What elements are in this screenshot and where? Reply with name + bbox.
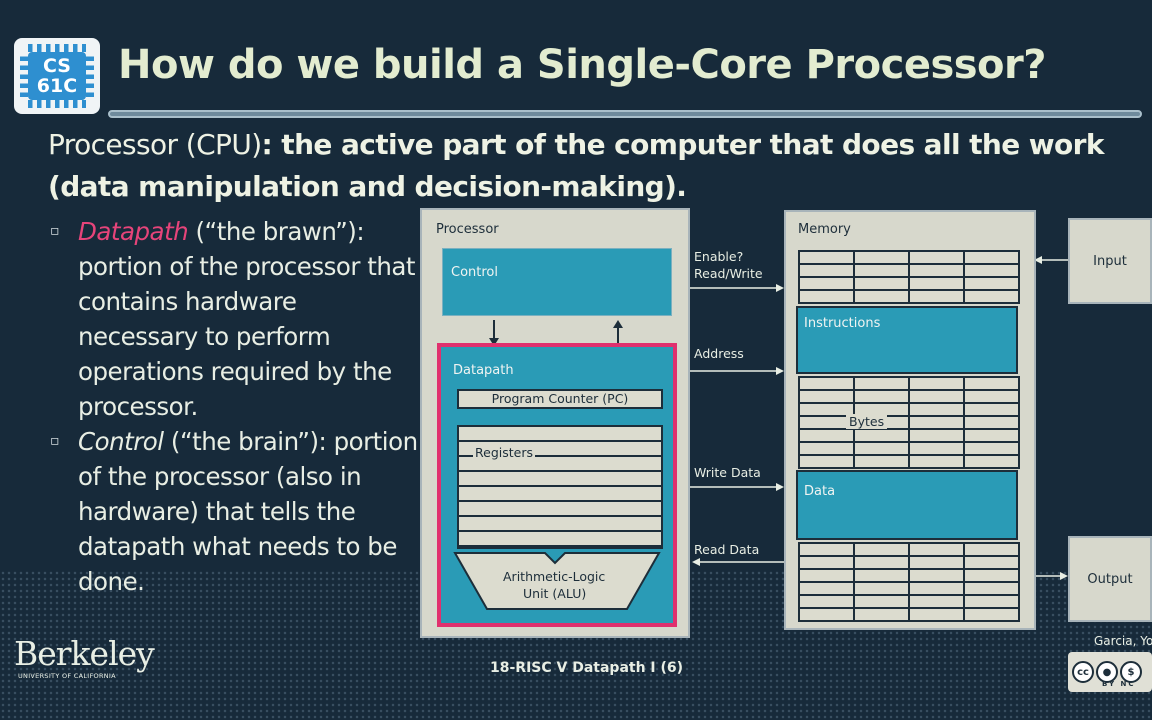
enable-line1: Enable? [694, 249, 744, 264]
term-control: Control [78, 427, 164, 456]
slide-title: How do we build a Single-Core Processor? [118, 42, 1046, 88]
write-data-label: Write Data [694, 465, 761, 480]
instructions-region: Instructions [796, 306, 1018, 374]
slide: CS 61C How do we build a Single-Core Pro… [0, 0, 1152, 720]
instructions-label: Instructions [804, 316, 881, 331]
term-datapath: Datapath [78, 217, 189, 246]
memory-cells-bottom [798, 542, 1020, 622]
berkeley-sub: UNIVERSITY OF CALIFORNIA [18, 672, 116, 680]
logo-line2: 61C [36, 75, 78, 97]
bullet-marker-icon: ▫ [50, 433, 60, 449]
data-label: Data [804, 484, 836, 499]
memory-box: Memory Instructions Bytes Data [784, 210, 1036, 630]
memory-cells-top [798, 250, 1020, 304]
author-credit: Garcia, Yo [1094, 634, 1152, 648]
intro-colon: : [261, 128, 282, 161]
logo-line1: CS [43, 55, 71, 77]
input-box: Input [1068, 218, 1152, 304]
enable-line2: Read/Write [694, 266, 763, 281]
bullet-datapath-text: (“the brawn”): portion of the processor … [78, 217, 415, 421]
berkeley-logo: Berkeley UNIVERSITY OF CALIFORNIA [14, 634, 155, 681]
cc-labels: BY NC [1102, 680, 1136, 688]
memory-label: Memory [798, 222, 851, 237]
intro-text: Processor (CPU): the active part of the … [48, 124, 1138, 208]
bullet-control: ▫ Control (“the brain”): portion of the … [48, 424, 418, 599]
logo-chip: CS 61C [28, 52, 86, 100]
bullet-marker-icon: ▫ [50, 223, 60, 239]
bytes-label: Bytes [846, 414, 888, 429]
memory-cells-middle [798, 376, 1020, 469]
title-underline [108, 110, 1142, 118]
bullet-list: ▫ Datapath (“the brawn”): portion of the… [48, 214, 418, 599]
output-box: Output [1068, 536, 1152, 622]
intro-lead: Processor (CPU) [48, 128, 262, 161]
address-label: Address [694, 346, 744, 361]
bullet-datapath: ▫ Datapath (“the brawn”): portion of the… [48, 214, 418, 424]
cc-icon: cc [1072, 661, 1094, 683]
lecture-footer: 18-RISC V Datapath I (6) [490, 660, 684, 676]
berkeley-wordmark: Berkeley [14, 634, 155, 673]
read-data-label: Read Data [694, 542, 760, 557]
data-region: Data [796, 470, 1018, 540]
enable-label: Enable? Read/Write [694, 248, 763, 282]
computer-diagram: Processor Control Datapath Program Count… [420, 208, 1152, 640]
cs61c-logo: CS 61C [14, 38, 100, 114]
